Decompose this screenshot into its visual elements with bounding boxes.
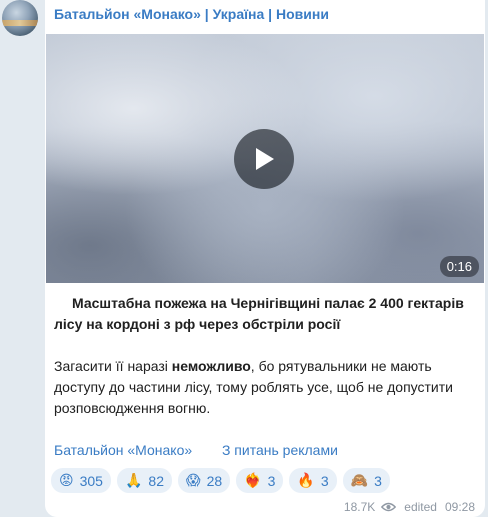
view-count: 18.7K	[343, 500, 376, 514]
reaction-angry[interactable]: 😡 305	[51, 468, 111, 493]
screaming-face-icon: 😱	[185, 472, 201, 489]
play-button[interactable]	[234, 129, 294, 189]
edited-label: edited	[404, 500, 437, 514]
channel-name[interactable]: Батальйон «Монако» | Україна | Новини	[54, 6, 329, 22]
channel-avatar[interactable]	[2, 0, 38, 36]
play-icon	[256, 148, 274, 170]
reaction-count: 3	[320, 472, 329, 489]
post-body-bold: неможливо	[171, 358, 251, 374]
reaction-count: 3	[267, 472, 276, 489]
reaction-count: 305	[79, 472, 103, 489]
post-headline: Масштабна пожежа на Чернігівщині палає 2…	[54, 295, 464, 332]
fire-icon: 🔥	[297, 472, 315, 489]
reaction-pray[interactable]: 🙏 82	[116, 468, 172, 493]
reaction-scream[interactable]: 😱 28	[177, 468, 231, 493]
advertising-link[interactable]: З питань реклами	[222, 442, 338, 458]
post-body-prefix: Загасити її наразі	[54, 358, 172, 374]
see-no-evil-monkey-icon: 🙈	[350, 472, 369, 489]
reaction-count: 28	[206, 472, 223, 489]
angry-face-icon: 😡	[59, 472, 74, 489]
channel-link[interactable]: Батальйон «Монако»	[54, 442, 192, 458]
video-duration: 0:16	[439, 256, 479, 277]
reactions-bar: 😡 305 🙏 82 😱 28 ❤️‍🔥 3 🔥 3 🙈 3	[51, 468, 396, 493]
avatar-image-detail	[2, 20, 38, 26]
reaction-count: 3	[374, 472, 382, 489]
message-bubble: Батальйон «Монако» | Україна | Новини 0:…	[45, 0, 485, 517]
message-time: 09:28	[444, 500, 475, 514]
post-body: Загасити її наразі неможливо, бо рятувал…	[54, 356, 474, 419]
heart-on-fire-icon: ❤️‍🔥	[244, 472, 262, 489]
reaction-fire[interactable]: 🔥 3	[289, 468, 337, 493]
message-footer: 18.7K edited 09:28	[344, 500, 475, 514]
reaction-count: 82	[148, 472, 164, 489]
post-links: Батальйон «Монако» З питань реклами	[54, 442, 338, 458]
reaction-heart-fire[interactable]: ❤️‍🔥 3	[236, 468, 284, 493]
video-preview[interactable]: 0:16	[46, 34, 484, 283]
eye-icon	[381, 502, 397, 512]
folded-hands-icon: 🙏	[124, 472, 143, 489]
reaction-monkey[interactable]: 🙈 3	[342, 468, 390, 493]
